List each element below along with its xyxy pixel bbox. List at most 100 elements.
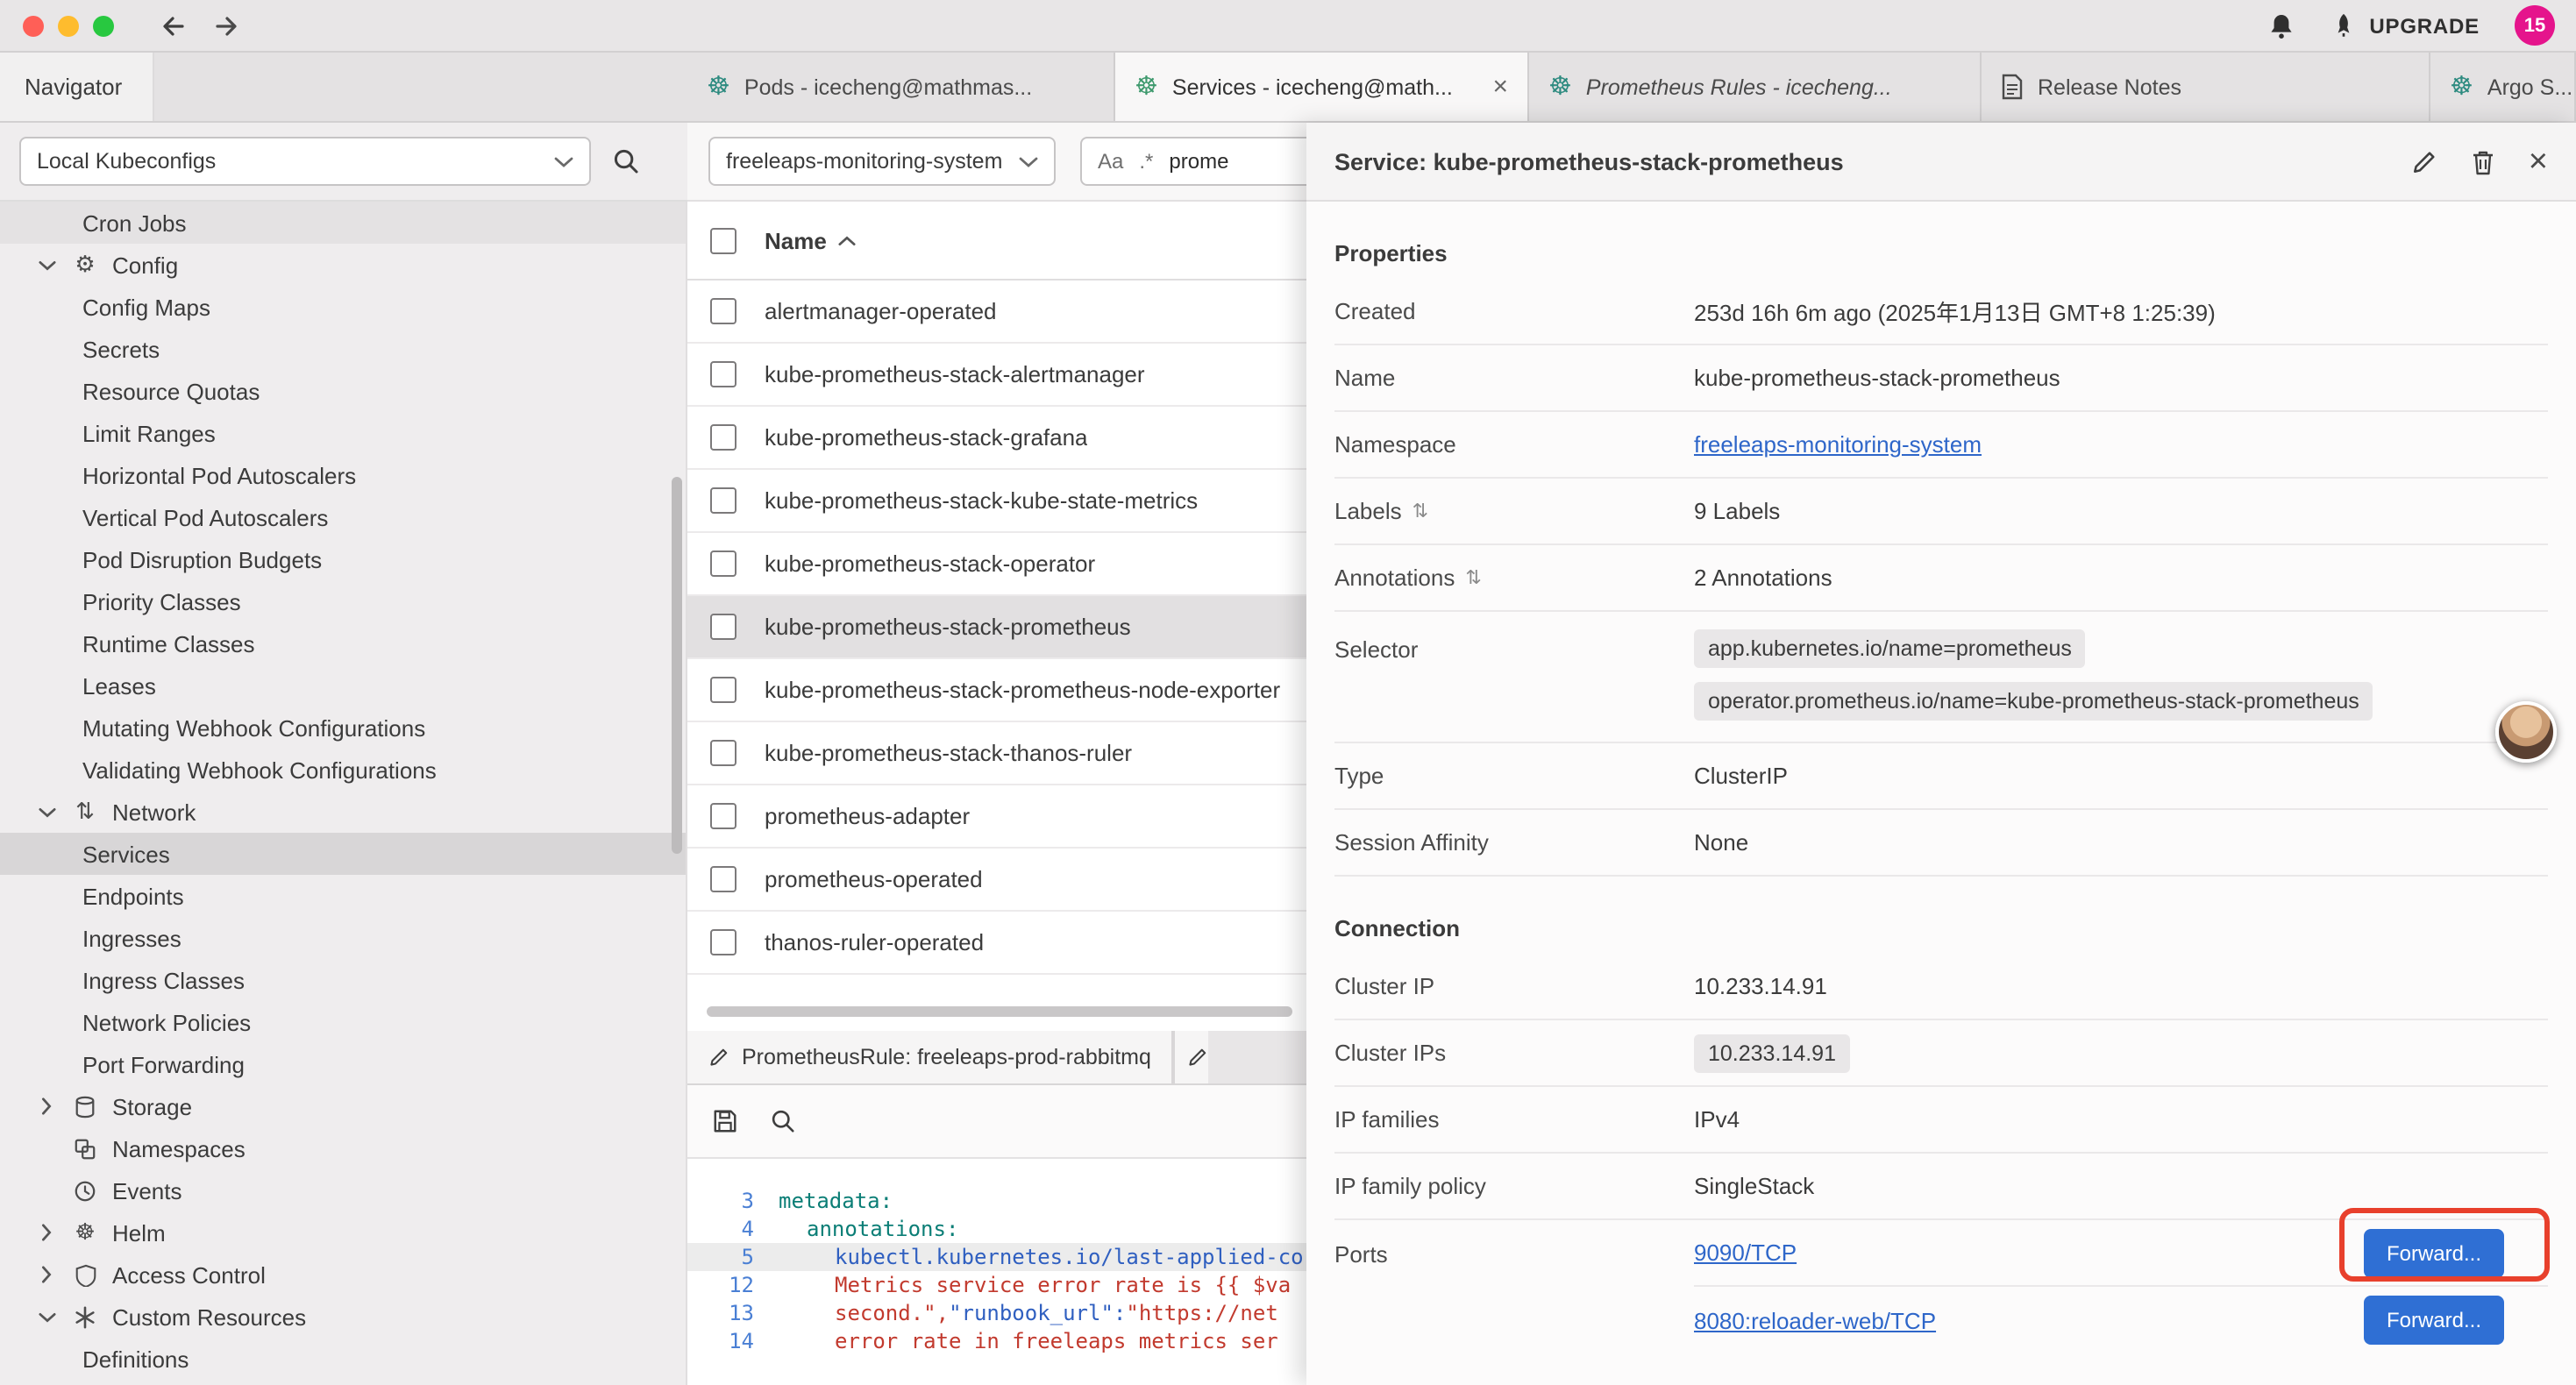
sidebar-item-mutating-webhook-configurations[interactable]: Mutating Webhook Configurations — [0, 707, 686, 749]
maximize-window-button[interactable] — [93, 15, 114, 36]
property-label: Created — [1334, 298, 1694, 324]
select-all-checkbox[interactable] — [710, 227, 737, 253]
notifications-bell-icon[interactable] — [2267, 11, 2295, 39]
sidebar-item-custom-resources[interactable]: Custom Resources — [0, 1296, 686, 1338]
sidebar-item-cron-jobs[interactable]: Cron Jobs — [0, 202, 686, 244]
line-number: 13 — [687, 1301, 754, 1325]
sidebar-item-label: Mutating Webhook Configurations — [82, 714, 425, 741]
tab-services[interactable]: ☸ Services - icecheng@math... × — [1115, 53, 1529, 121]
sidebar-item-horizontal-pod-autoscalers[interactable]: Horizontal Pod Autoscalers — [0, 454, 686, 496]
sidebar-item-network-policies[interactable]: Network Policies — [0, 1001, 686, 1043]
close-window-button[interactable] — [23, 15, 44, 36]
name-column-header[interactable]: Name — [765, 227, 827, 253]
tab-prometheus-rules[interactable]: ☸ Prometheus Rules - icecheng... — [1529, 53, 1982, 121]
sidebar-scrollbar-thumb[interactable] — [672, 477, 682, 854]
expand-toggle-icon[interactable]: ⇅ — [1413, 500, 1428, 522]
forward-button-8080[interactable]: Forward... — [2364, 1296, 2504, 1345]
row-checkbox[interactable] — [710, 803, 737, 829]
sidebar-item-network[interactable]: ⇅ Network — [0, 791, 686, 833]
property-row-session-affinity: Session Affinity None — [1334, 810, 2548, 877]
tab-release-notes[interactable]: Release Notes — [1982, 53, 2430, 121]
sidebar-item-ingress-classes[interactable]: Ingress Classes — [0, 959, 686, 1001]
minimize-window-button[interactable] — [58, 15, 79, 36]
upgrade-button[interactable]: UPGRADE — [2330, 12, 2480, 39]
row-checkbox[interactable] — [710, 614, 737, 640]
sidebar-item-config-maps[interactable]: Config Maps — [0, 286, 686, 328]
close-icon[interactable]: × — [2529, 145, 2548, 178]
table-search-input[interactable]: Aa .* prome — [1080, 137, 1326, 186]
save-icon[interactable] — [712, 1108, 738, 1134]
table-row[interactable]: prometheus-operated — [687, 849, 1306, 912]
row-checkbox[interactable] — [710, 298, 737, 324]
tab-pods[interactable]: ☸ Pods - icecheng@mathmas... — [687, 53, 1115, 121]
yaml-editor[interactable]: 3metadata: 4annotations: 5kubectl.kubern… — [687, 1159, 1306, 1385]
navigator-panel-header[interactable]: Navigator — [0, 53, 154, 121]
namespace-filter-select[interactable]: freeleaps-monitoring-system — [708, 137, 1056, 186]
sidebar-item-ingresses[interactable]: Ingresses — [0, 917, 686, 959]
sidebar-item-port-forwarding[interactable]: Port Forwarding — [0, 1043, 686, 1085]
sidebar-item-priority-classes[interactable]: Priority Classes — [0, 580, 686, 622]
editor-search-icon[interactable] — [770, 1108, 796, 1134]
regex-toggle[interactable]: .* — [1139, 149, 1153, 174]
sidebar-item-secrets[interactable]: Secrets — [0, 328, 686, 370]
row-checkbox[interactable] — [710, 866, 737, 892]
sidebar-item-config[interactable]: ⚙ Config — [0, 244, 686, 286]
sort-ascending-icon[interactable] — [839, 234, 857, 246]
sidebar-item-resource-quotas[interactable]: Resource Quotas — [0, 370, 686, 412]
table-row[interactable]: kube-prometheus-stack-grafana — [687, 407, 1306, 470]
tab-label: Release Notes — [2038, 75, 2181, 99]
table-row-selected[interactable]: kube-prometheus-stack-prometheus — [687, 596, 1306, 659]
match-case-toggle[interactable]: Aa — [1098, 149, 1123, 174]
row-checkbox[interactable] — [710, 424, 737, 451]
sidebar-item-leases[interactable]: Leases — [0, 664, 686, 707]
row-checkbox[interactable] — [710, 740, 737, 766]
table-horizontal-scrollbar-thumb[interactable] — [707, 1006, 1292, 1017]
sidebar-item-helm[interactable]: ☸ Helm — [0, 1211, 686, 1254]
sidebar-item-vertical-pod-autoscalers[interactable]: Vertical Pod Autoscalers — [0, 496, 686, 538]
namespace-link[interactable]: freeleaps-monitoring-system — [1694, 431, 1982, 458]
table-row[interactable]: kube-prometheus-stack-alertmanager — [687, 344, 1306, 407]
sidebar-item-runtime-classes[interactable]: Runtime Classes — [0, 622, 686, 664]
kubernetes-icon: ☸ — [1548, 74, 1572, 100]
row-checkbox[interactable] — [710, 550, 737, 577]
notification-count-badge[interactable]: 15 — [2515, 5, 2555, 46]
table-row[interactable]: kube-prometheus-stack-kube-state-metrics — [687, 470, 1306, 533]
sidebar-item-access-control[interactable]: Access Control — [0, 1254, 686, 1296]
sidebar-item-pod-disruption-budgets[interactable]: Pod Disruption Budgets — [0, 538, 686, 580]
close-tab-icon[interactable]: × — [1478, 72, 1508, 102]
avatar[interactable] — [2495, 701, 2557, 763]
table-row[interactable]: alertmanager-operated — [687, 281, 1306, 344]
table-row[interactable]: prometheus-adapter — [687, 785, 1306, 849]
sidebar-item-events[interactable]: Events — [0, 1169, 686, 1211]
delete-trash-icon[interactable] — [2471, 148, 2495, 174]
table-row[interactable]: kube-prometheus-stack-thanos-ruler — [687, 722, 1306, 785]
sidebar-item-definitions[interactable]: Definitions — [0, 1338, 686, 1380]
tab-argo[interactable]: ☸ Argo S... — [2430, 53, 2576, 121]
sidebar-item-services[interactable]: Services — [0, 833, 686, 875]
sidebar-item-endpoints[interactable]: Endpoints — [0, 875, 686, 917]
dock-tab-prometheusrule[interactable]: PrometheusRule: freeleaps-prod-rabbitmq — [687, 1031, 1174, 1083]
table-row[interactable]: kube-prometheus-stack-prometheus-node-ex… — [687, 659, 1306, 722]
dock-tab-partial[interactable] — [1174, 1031, 1209, 1083]
port-link-9090[interactable]: 9090/TCP — [1694, 1239, 1797, 1266]
kubeconfig-select[interactable]: Local Kubeconfigs — [19, 137, 591, 186]
sidebar-item-namespaces[interactable]: Namespaces — [0, 1127, 686, 1169]
edit-pencil-icon[interactable] — [2411, 148, 2437, 174]
row-checkbox[interactable] — [710, 487, 737, 514]
sidebar-item-storage[interactable]: Storage — [0, 1085, 686, 1127]
port-link-8080[interactable]: 8080:reloader-web/TCP — [1694, 1307, 1936, 1333]
tab-band-spacer — [154, 53, 687, 121]
table-row[interactable]: thanos-ruler-operated — [687, 912, 1306, 975]
sidebar-item-validating-webhook-configurations[interactable]: Validating Webhook Configurations — [0, 749, 686, 791]
expand-toggle-icon[interactable]: ⇅ — [1465, 566, 1481, 589]
code-text: error rate in freeleaps metrics ser — [835, 1329, 1278, 1353]
row-checkbox[interactable] — [710, 929, 737, 955]
row-checkbox[interactable] — [710, 677, 737, 703]
row-checkbox[interactable] — [710, 361, 737, 387]
back-icon[interactable] — [160, 11, 188, 39]
search-icon[interactable] — [612, 147, 640, 175]
forward-button-9090[interactable]: Forward... — [2364, 1228, 2504, 1277]
table-row[interactable]: kube-prometheus-stack-operator — [687, 533, 1306, 596]
sidebar-item-limit-ranges[interactable]: Limit Ranges — [0, 412, 686, 454]
forward-icon[interactable] — [212, 11, 240, 39]
